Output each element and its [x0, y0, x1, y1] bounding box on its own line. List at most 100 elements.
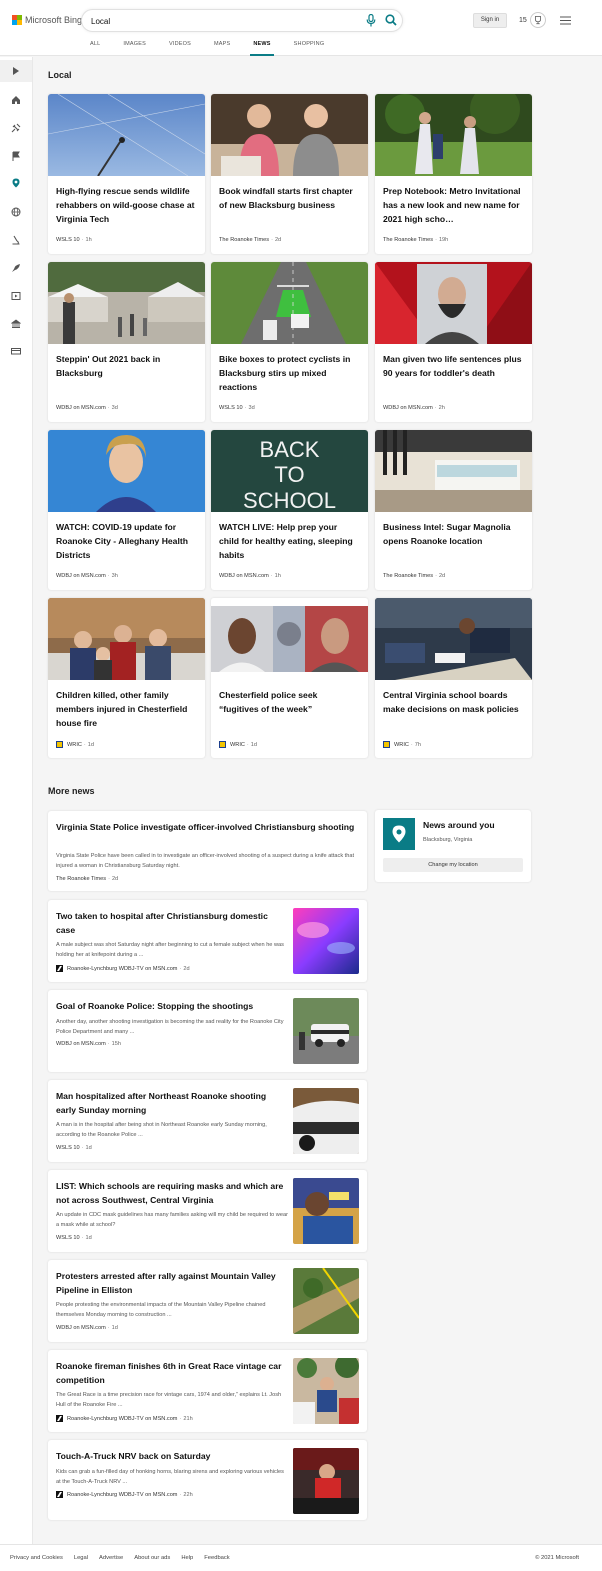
- news-card[interactable]: Children killed, other family members in…: [48, 598, 205, 758]
- tab-images[interactable]: IMAGES: [123, 41, 146, 56]
- news-snippet: An update in CDC mask guidelines has man…: [56, 1212, 288, 1228]
- news-item[interactable]: Two taken to hospital after Christiansbu…: [48, 900, 367, 982]
- news-card[interactable]: Chesterfield police seek “fugitives of t…: [211, 598, 368, 758]
- home-icon[interactable]: [11, 95, 21, 105]
- chalkboard-text-line: BACK: [260, 437, 320, 462]
- news-card[interactable]: BACK TO SCHOOL WATCH LIVE: Help prep you…: [211, 430, 368, 590]
- rewards-points[interactable]: 15: [519, 17, 527, 24]
- news-item[interactable]: Man hospitalized after Northeast Roanoke…: [48, 1080, 367, 1162]
- news-item[interactable]: Touch-A-Truck NRV back on Saturday Kids …: [48, 1440, 367, 1520]
- microphone-icon[interactable]: [366, 14, 376, 27]
- news-item[interactable]: Protesters arrested after rally against …: [48, 1260, 367, 1342]
- news-age: 1d: [111, 1325, 118, 1331]
- news-snippet: A male subject was shot Saturday night a…: [56, 942, 284, 958]
- tab-all[interactable]: ALL: [90, 41, 100, 56]
- card-title[interactable]: Children killed, other family members in…: [56, 688, 196, 730]
- wdbj-logo-icon: [56, 1491, 63, 1498]
- news-item[interactable]: Virginia State Police investigate office…: [48, 811, 367, 891]
- microsoft-logo-icon: [12, 15, 22, 25]
- news-card[interactable]: Man given two life sentences plus 90 yea…: [375, 262, 532, 422]
- news-card[interactable]: Steppin' Out 2021 back in Blacksburg WDB…: [48, 262, 205, 422]
- card-meta: The Roanoke Times · 2d: [219, 237, 282, 243]
- news-card[interactable]: Book windfall starts first chapter of ne…: [211, 94, 368, 254]
- tab-videos[interactable]: VIDEOS: [169, 41, 191, 56]
- satellite-icon[interactable]: [11, 123, 21, 133]
- card-meta: WDBJ on MSN.com · 1h: [219, 573, 281, 579]
- wdbj-logo-icon: [56, 965, 63, 972]
- news-title[interactable]: Roanoke fireman finishes 6th in Great Ra…: [56, 1359, 286, 1387]
- news-card[interactable]: High-flying rescue sends wildlife rehabb…: [48, 94, 205, 254]
- news-card[interactable]: Central Virginia school boards make deci…: [375, 598, 532, 758]
- footer-link-privacy[interactable]: Privacy and Cookies: [10, 1555, 63, 1561]
- rail-expand-button[interactable]: [0, 60, 32, 82]
- news-card[interactable]: Prep Notebook: Metro Invitational has a …: [375, 94, 532, 254]
- news-title[interactable]: LIST: Which schools are requiring masks …: [56, 1179, 286, 1207]
- rocket-icon[interactable]: [11, 263, 21, 273]
- footer-link-advertise[interactable]: Advertise: [99, 1555, 123, 1561]
- section-title-more-news: More news: [48, 786, 95, 796]
- microscope-icon[interactable]: [11, 235, 21, 245]
- footer-link-feedback[interactable]: Feedback: [204, 1555, 229, 1561]
- card-title[interactable]: Business Intel: Sugar Magnolia opens Roa…: [383, 520, 523, 548]
- tab-maps[interactable]: MAPS: [214, 41, 230, 56]
- change-location-button[interactable]: Change my location: [383, 858, 523, 872]
- scope-tabs: ALL IMAGES VIDEOS MAPS NEWS SHOPPING: [90, 41, 347, 56]
- news-meta: WDBJ on MSN.com · 15h: [56, 1041, 121, 1047]
- bank-icon[interactable]: [11, 319, 21, 329]
- news-thumbnail: [293, 1178, 359, 1244]
- card-title[interactable]: Bike boxes to protect cyclists in Blacks…: [219, 352, 359, 394]
- news-title[interactable]: Virginia State Police investigate office…: [56, 820, 356, 834]
- bing-logo[interactable]: Microsoft Bing: [12, 15, 82, 25]
- flag-icon[interactable]: [11, 151, 21, 161]
- news-title[interactable]: Man hospitalized after Northeast Roanoke…: [56, 1089, 286, 1117]
- globe-icon[interactable]: [11, 207, 21, 217]
- news-card[interactable]: Business Intel: Sugar Magnolia opens Roa…: [375, 430, 532, 590]
- current-location: Blacksburg, Virginia: [423, 837, 473, 843]
- chevron-right-icon: [13, 67, 19, 75]
- news-item[interactable]: Goal of Roanoke Police: Stopping the sho…: [48, 990, 367, 1072]
- news-title[interactable]: Touch-A-Truck NRV back on Saturday: [56, 1449, 286, 1463]
- trophy-icon[interactable]: [530, 12, 546, 28]
- card-source: WDBJ on MSN.com: [219, 573, 269, 579]
- card-title[interactable]: Central Virginia school boards make deci…: [383, 688, 523, 716]
- tab-news[interactable]: NEWS: [250, 41, 274, 56]
- card-title[interactable]: Chesterfield police seek “fugitives of t…: [219, 688, 359, 716]
- card-title[interactable]: Prep Notebook: Metro Invitational has a …: [383, 184, 523, 226]
- card-title[interactable]: Man given two life sentences plus 90 yea…: [383, 352, 523, 380]
- card-thumbnail: BACK TO SCHOOL: [211, 430, 368, 512]
- location-pin-icon[interactable]: [11, 178, 21, 188]
- news-thumbnail: [293, 1448, 359, 1514]
- card-title[interactable]: Book windfall starts first chapter of ne…: [219, 184, 359, 212]
- card-title[interactable]: High-flying rescue sends wildlife rehabb…: [56, 184, 196, 226]
- news-title[interactable]: Goal of Roanoke Police: Stopping the sho…: [56, 999, 286, 1013]
- search-input[interactable]: [91, 14, 351, 28]
- card-title[interactable]: WATCH LIVE: Help prep your child for hea…: [219, 520, 359, 562]
- footer-link-help[interactable]: Help: [181, 1555, 193, 1561]
- footer-link-about-ads[interactable]: About our ads: [134, 1555, 170, 1561]
- card-age: 3d: [111, 405, 118, 411]
- card-title[interactable]: WATCH: COVID-19 update for Roanoke City …: [56, 520, 196, 562]
- card-meta: WSLS 10 · 3d: [219, 405, 255, 411]
- news-item[interactable]: Roanoke fireman finishes 6th in Great Ra…: [48, 1350, 367, 1432]
- card-age: 3h: [111, 573, 118, 579]
- tab-shopping[interactable]: SHOPPING: [294, 41, 325, 56]
- footer-link-legal[interactable]: Legal: [74, 1555, 88, 1561]
- sign-in-button[interactable]: Sign in: [473, 13, 507, 28]
- card-meta: WSLS 10 · 1h: [56, 237, 92, 243]
- card-meta: The Roanoke Times · 19h: [383, 237, 449, 243]
- card-title[interactable]: Steppin' Out 2021 back in Blacksburg: [56, 352, 196, 380]
- news-card[interactable]: Bike boxes to protect cyclists in Blacks…: [211, 262, 368, 422]
- hamburger-menu-icon[interactable]: [560, 16, 571, 25]
- news-card[interactable]: WATCH: COVID-19 update for Roanoke City …: [48, 430, 205, 590]
- search-box: [81, 9, 403, 32]
- search-icon[interactable]: [385, 14, 397, 26]
- news-around-you-card: News around you Blacksburg, Virginia Cha…: [375, 810, 531, 882]
- footer-links: Privacy and Cookies Legal Advertise Abou…: [10, 1555, 241, 1561]
- news-item[interactable]: LIST: Which schools are requiring masks …: [48, 1170, 367, 1252]
- news-title[interactable]: Protesters arrested after rally against …: [56, 1269, 286, 1297]
- news-title[interactable]: Two taken to hospital after Christiansbu…: [56, 909, 286, 937]
- card-source: The Roanoke Times: [383, 573, 434, 579]
- play-icon[interactable]: [11, 291, 21, 301]
- chalkboard-text-line: TO: [274, 462, 304, 487]
- money-icon[interactable]: [11, 346, 21, 356]
